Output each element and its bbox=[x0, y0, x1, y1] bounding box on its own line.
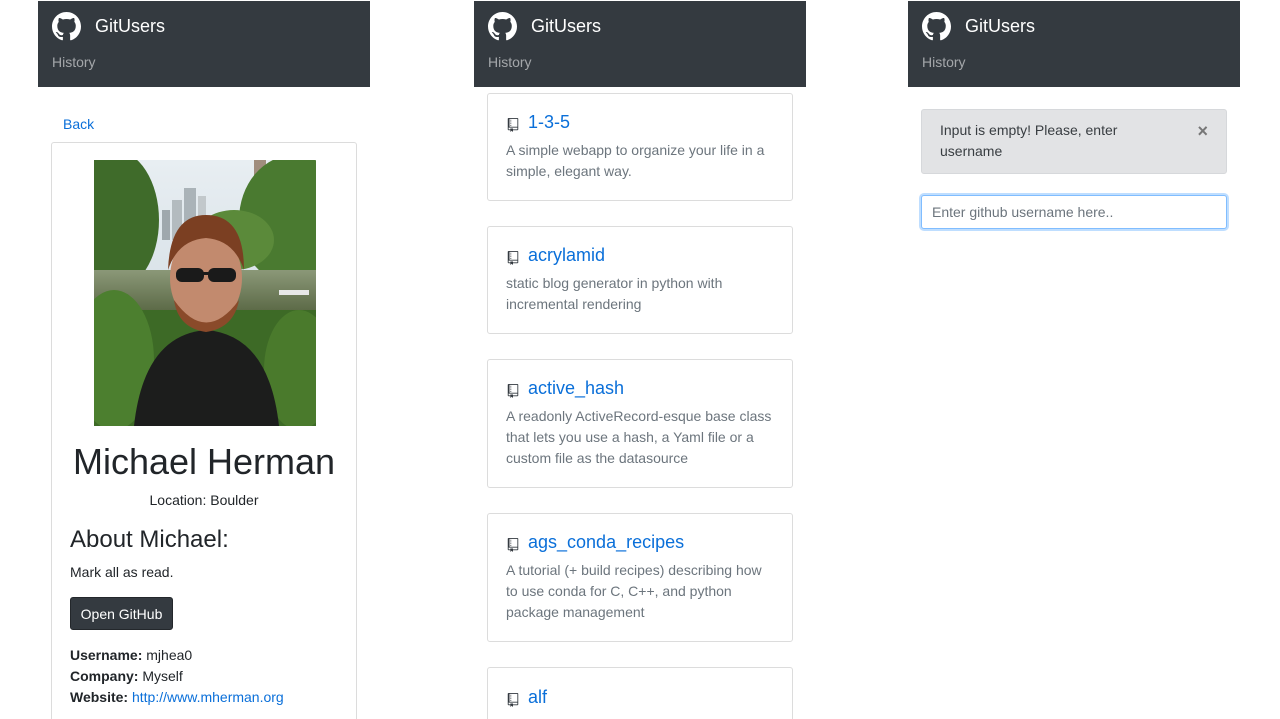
repo-name-link[interactable]: active_hash bbox=[528, 378, 624, 399]
username-label: Username: bbox=[70, 647, 143, 663]
empty-input-alert: Input is empty! Please, enter username × bbox=[921, 109, 1227, 174]
repo-icon bbox=[507, 384, 519, 398]
repo-icon bbox=[507, 251, 519, 265]
repo-card: active_hash A readonly ActiveRecord-esqu… bbox=[487, 359, 793, 488]
repo-name-link[interactable]: 1-3-5 bbox=[528, 112, 570, 133]
website-link[interactable]: http://www.mherman.org bbox=[132, 689, 284, 705]
username-row: Username: mjhea0 bbox=[70, 647, 192, 663]
github-logo-icon[interactable] bbox=[52, 12, 81, 41]
repo-description: A simple webapp to organize your life in… bbox=[506, 142, 765, 179]
company-value: Myself bbox=[142, 668, 183, 684]
repo-name-link[interactable]: acrylamid bbox=[528, 245, 605, 266]
avatar bbox=[94, 160, 316, 426]
alert-message: Input is empty! Please, enter username bbox=[940, 122, 1118, 159]
navbar: GitUsers History bbox=[908, 1, 1240, 87]
repo-card: ags_conda_recipes A tutorial (+ build re… bbox=[487, 513, 793, 642]
user-bio: Mark all as read. bbox=[70, 564, 174, 580]
nav-link-history[interactable]: History bbox=[488, 54, 532, 70]
username-search-input[interactable] bbox=[921, 195, 1227, 229]
about-heading: About Michael: bbox=[70, 526, 229, 553]
repos-panel: GitUsers History bbox=[474, 1, 806, 87]
nav-link-history[interactable]: History bbox=[922, 54, 966, 70]
repo-card: 1-3-5 A simple webapp to organize your l… bbox=[487, 93, 793, 201]
company-row: Company: Myself bbox=[70, 668, 183, 684]
navbar-brand[interactable]: GitUsers bbox=[965, 16, 1035, 37]
user-profile-panel: GitUsers History bbox=[38, 1, 370, 87]
repo-name-link[interactable]: alf bbox=[528, 687, 547, 708]
repo-name-link[interactable]: ags_conda_recipes bbox=[528, 532, 684, 553]
repo-card: acrylamid static blog generator in pytho… bbox=[487, 226, 793, 334]
repo-description: A readonly ActiveRecord-esque base class… bbox=[506, 408, 772, 466]
search-panel: GitUsers History bbox=[908, 1, 1240, 87]
nav-link-history[interactable]: History bbox=[52, 54, 96, 70]
user-location: Location: Boulder bbox=[149, 492, 259, 508]
repo-description: A tutorial (+ build recipes) describing … bbox=[506, 562, 762, 620]
repo-card: alf bbox=[487, 667, 793, 719]
navbar-brand[interactable]: GitUsers bbox=[95, 16, 165, 37]
repo-icon bbox=[507, 118, 519, 132]
username-value: mjhea0 bbox=[146, 647, 193, 663]
repo-description: static blog generator in python with inc… bbox=[506, 275, 723, 312]
navbar-brand[interactable]: GitUsers bbox=[531, 16, 601, 37]
open-github-button[interactable]: Open GitHub bbox=[70, 597, 173, 630]
navbar: GitUsers History bbox=[474, 1, 806, 87]
navbar: GitUsers History bbox=[38, 1, 370, 87]
repo-icon bbox=[507, 538, 519, 552]
user-name: Michael Herman bbox=[72, 441, 336, 482]
close-icon[interactable]: × bbox=[1197, 121, 1208, 142]
repo-icon bbox=[507, 693, 519, 707]
user-card: Michael Herman Location: Boulder About M… bbox=[51, 142, 357, 719]
company-label: Company: bbox=[70, 668, 139, 684]
website-row: Website: http://www.mherman.org bbox=[70, 689, 284, 705]
github-logo-icon[interactable] bbox=[488, 12, 517, 41]
github-logo-icon[interactable] bbox=[922, 12, 951, 41]
website-label: Website: bbox=[70, 689, 129, 705]
back-link[interactable]: Back bbox=[63, 116, 94, 132]
